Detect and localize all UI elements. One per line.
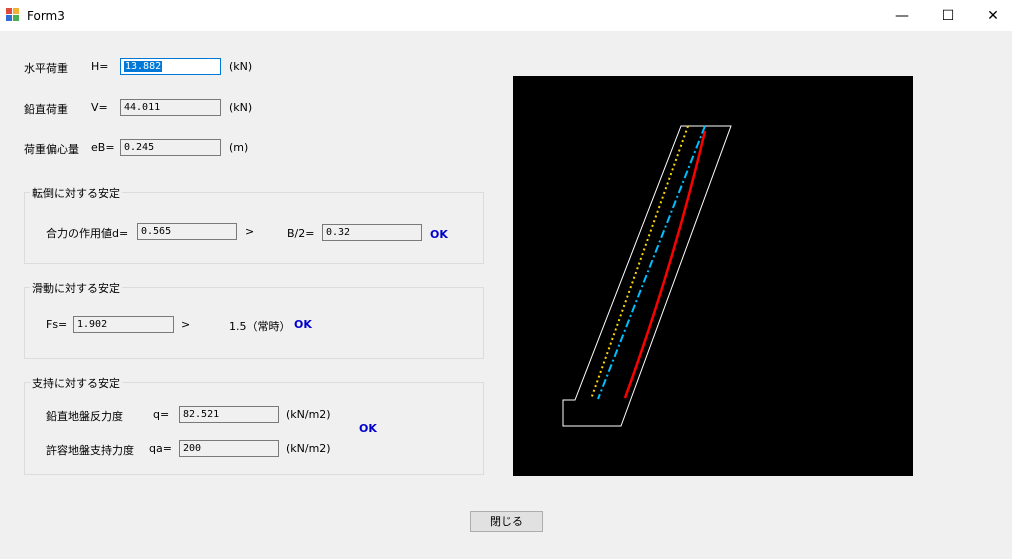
resultant-position-field[interactable]: 0.565: [137, 223, 237, 240]
eccentricity-unit: (m): [229, 141, 249, 154]
half-width-label: B/2=: [287, 227, 315, 240]
resultant-position-label: 合力の作用値d=: [46, 227, 129, 240]
allowable-bearing-unit: (kN/m2): [286, 442, 331, 455]
bearing-group: [24, 382, 484, 475]
bearing-group-title: 支持に対する安定: [30, 375, 122, 391]
overturning-result: OK: [430, 228, 448, 241]
horizontal-load-field[interactable]: 13.882: [120, 58, 221, 75]
ground-reaction-label: 鉛直地盤反力度: [46, 410, 123, 423]
sliding-compare-sign: >: [181, 318, 191, 331]
allowable-bearing-field[interactable]: 200: [179, 440, 279, 457]
sliding-result: OK: [294, 318, 312, 331]
window-title: Form3: [27, 9, 65, 23]
resultant-force-line: [623, 130, 707, 399]
horizontal-load-label: 水平荷重: [24, 62, 68, 75]
horizontal-load-symbol: H=: [91, 60, 109, 73]
overturning-group-title: 転倒に対する安定: [30, 185, 122, 201]
safety-factor-field[interactable]: 1.902: [73, 316, 174, 333]
ground-reaction-symbol: q=: [153, 408, 170, 421]
eccentricity-symbol: eB=: [91, 141, 115, 154]
vertical-load-symbol: V=: [91, 101, 108, 114]
sliding-criterion: 1.5（常時）: [229, 320, 291, 333]
half-width-field[interactable]: 0.32: [322, 224, 422, 241]
vertical-load-field[interactable]: 44.011: [120, 99, 221, 116]
title-bar: Form3 — ☐ ✕: [0, 0, 1012, 31]
horizontal-load-value: 13.882: [124, 61, 163, 72]
safety-factor-label: Fs=: [46, 318, 68, 331]
form-app-icon: [6, 8, 19, 21]
maximize-button[interactable]: ☐: [925, 0, 971, 31]
vertical-load-unit: (kN): [229, 101, 253, 114]
close-button[interactable]: 閉じる: [470, 511, 543, 532]
minimize-button[interactable]: —: [879, 0, 925, 31]
bearing-result: OK: [359, 422, 377, 435]
wall-section-drawing: [562, 125, 732, 427]
allowable-bearing-symbol: qa=: [149, 442, 172, 455]
dashdot-reference-line: [597, 125, 706, 400]
sliding-group-title: 滑動に対する安定: [30, 280, 122, 296]
horizontal-load-unit: (kN): [229, 60, 253, 73]
eccentricity-label: 荷重偏心量: [24, 143, 79, 156]
ground-reaction-field[interactable]: 82.521: [179, 406, 279, 423]
vertical-load-label: 鉛直荷重: [24, 103, 68, 116]
wall-section-canvas: [513, 76, 913, 476]
eccentricity-field[interactable]: 0.245: [120, 139, 221, 156]
overturning-compare-sign: >: [245, 225, 255, 238]
ground-reaction-unit: (kN/m2): [286, 408, 331, 421]
allowable-bearing-label: 許容地盤支持力度: [46, 444, 134, 457]
close-window-button[interactable]: ✕: [970, 0, 1012, 31]
